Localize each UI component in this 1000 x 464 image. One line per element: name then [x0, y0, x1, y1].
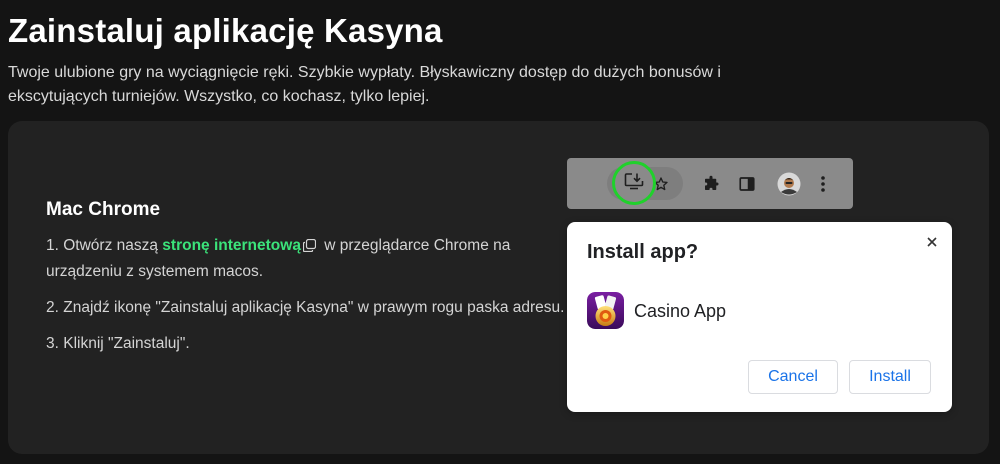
external-link-icon: [302, 236, 317, 260]
page-subtitle: Twoje ulubione gry na wyciągnięcie ręki.…: [8, 64, 721, 105]
section-title: Mac Chrome: [46, 199, 161, 220]
step-1: 1. Otwórz naszą stronę internetową w prz…: [46, 234, 566, 284]
casino-app-icon: [587, 292, 624, 329]
instructions-panel: Mac Chrome 1. Otwórz naszą stronę intern…: [46, 198, 566, 368]
install-app-button[interactable]: [612, 161, 656, 205]
close-icon[interactable]: [924, 234, 940, 250]
install-app-icon: [624, 172, 644, 195]
step-2: 2. Znajdź ikonę "Zainstaluj aplikację Ka…: [46, 299, 565, 316]
app-name: Casino App: [634, 301, 727, 321]
step-3: 3. Kliknij "Zainstaluj".: [46, 335, 190, 352]
extensions-puzzle-icon[interactable]: [701, 174, 721, 194]
profile-avatar[interactable]: [777, 172, 801, 196]
step-1-text-start: 1. Otwórz naszą: [46, 237, 163, 254]
browser-toolbar: [567, 158, 853, 209]
dialog-title: Install app?: [587, 241, 699, 263]
install-button[interactable]: Install: [849, 360, 931, 394]
install-app-dialog: Install app? Casino App Cancel Install: [567, 222, 952, 412]
website-link[interactable]: stronę internetową: [162, 237, 301, 254]
side-panel-icon[interactable]: [737, 174, 757, 194]
more-vert-icon[interactable]: [813, 174, 833, 194]
page-title: Zainstaluj aplikację Kasyna: [8, 12, 443, 49]
cancel-button[interactable]: Cancel: [748, 360, 838, 394]
